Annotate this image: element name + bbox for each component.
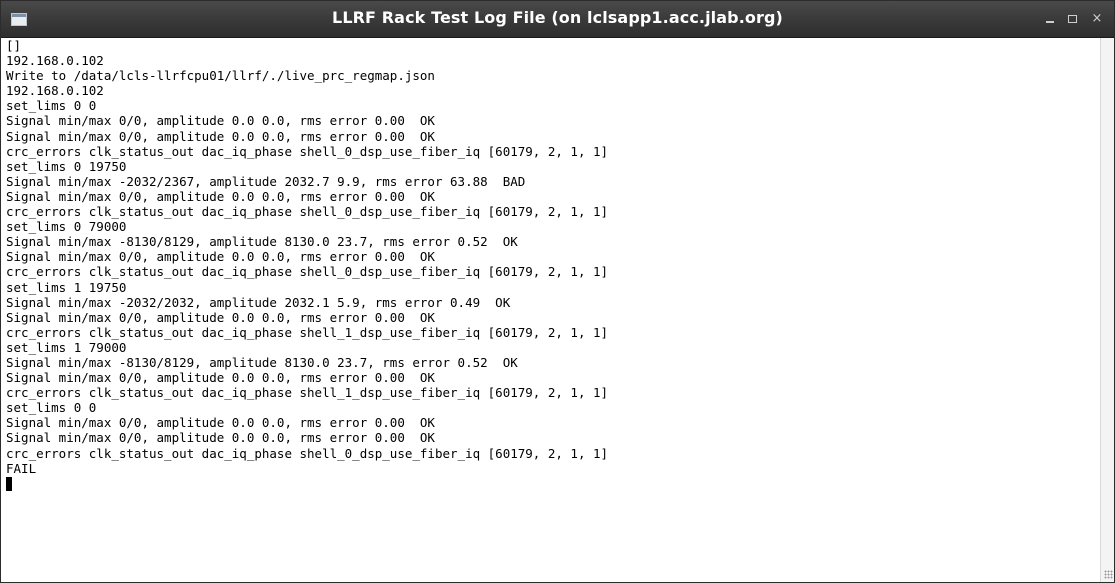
log-line: Signal min/max 0/0, amplitude 0.0 0.0, r…	[6, 415, 435, 431]
log-line: 192.168.0.102	[6, 83, 104, 99]
log-line: set_lims 1 19750	[6, 279, 127, 295]
log-text: [] 192.168.0.102 Write to /data/lcls-llrfc…	[1, 38, 1100, 491]
log-line: Signal min/max 0/0, amplitude 0.0 0.0, r…	[6, 370, 435, 386]
maximize-icon	[1068, 15, 1077, 23]
log-line: Signal min/max -8130/8129, amplitude 813…	[6, 234, 518, 250]
text-cursor	[6, 476, 12, 491]
log-line: set_lims 0 0	[6, 98, 97, 114]
log-line: crc_errors clk_status_out dac_iq_phase s…	[6, 324, 609, 340]
log-line: Signal min/max 0/0, amplitude 0.0 0.0, r…	[6, 128, 435, 144]
log-line: set_lims 0 19750	[6, 158, 127, 174]
log-line: Signal min/max -8130/8129, amplitude 813…	[6, 354, 518, 370]
log-line: Signal min/max -2032/2032, amplitude 203…	[6, 294, 511, 310]
maximize-button[interactable]	[1065, 10, 1081, 28]
cursor-line	[6, 476, 1100, 491]
log-line: set_lims 1 79000	[6, 339, 127, 355]
terminal-window: LLRF Rack Test Log File (on lclsapp1.acc…	[0, 0, 1115, 583]
window-title: LLRF Rack Test Log File (on lclsapp1.acc…	[332, 8, 783, 27]
log-line: []	[6, 38, 22, 53]
log-line: crc_errors clk_status_out dac_iq_phase s…	[6, 264, 609, 280]
log-line: crc_errors clk_status_out dac_iq_phase s…	[6, 385, 609, 401]
log-line: Signal min/max 0/0, amplitude 0.0 0.0, r…	[6, 430, 435, 446]
log-line: crc_errors clk_status_out dac_iq_phase s…	[6, 204, 609, 220]
log-line: Signal min/max 0/0, amplitude 0.0 0.0, r…	[6, 113, 435, 129]
log-line: set_lims 0 0	[6, 400, 97, 416]
log-line: FAIL	[6, 460, 37, 476]
log-line: set_lims 0 79000	[6, 219, 127, 235]
log-line: Signal min/max 0/0, amplitude 0.0 0.0, r…	[6, 188, 435, 204]
log-line: Signal min/max -2032/2367, amplitude 203…	[6, 173, 526, 189]
vertical-scrollbar[interactable]	[1100, 38, 1114, 582]
close-icon: ×	[1091, 11, 1103, 26]
minimize-icon	[1046, 21, 1054, 23]
log-line: Write to /data/lcls-llrfcpu01/llrf/./liv…	[6, 68, 435, 84]
log-line: crc_errors clk_status_out dac_iq_phase s…	[6, 445, 609, 461]
log-line: Signal min/max 0/0, amplitude 0.0 0.0, r…	[6, 309, 435, 325]
log-line: crc_errors clk_status_out dac_iq_phase s…	[6, 143, 609, 159]
close-button[interactable]: ×	[1089, 10, 1105, 28]
resize-grip-icon[interactable]	[1104, 570, 1113, 579]
title-bar[interactable]: LLRF Rack Test Log File (on lclsapp1.acc…	[1, 1, 1114, 38]
log-line: 192.168.0.102	[6, 53, 104, 69]
minimize-button[interactable]	[1042, 10, 1058, 28]
terminal-output[interactable]: [] 192.168.0.102 Write to /data/lcls-llrfc…	[1, 38, 1100, 582]
log-line: Signal min/max 0/0, amplitude 0.0 0.0, r…	[6, 249, 435, 265]
